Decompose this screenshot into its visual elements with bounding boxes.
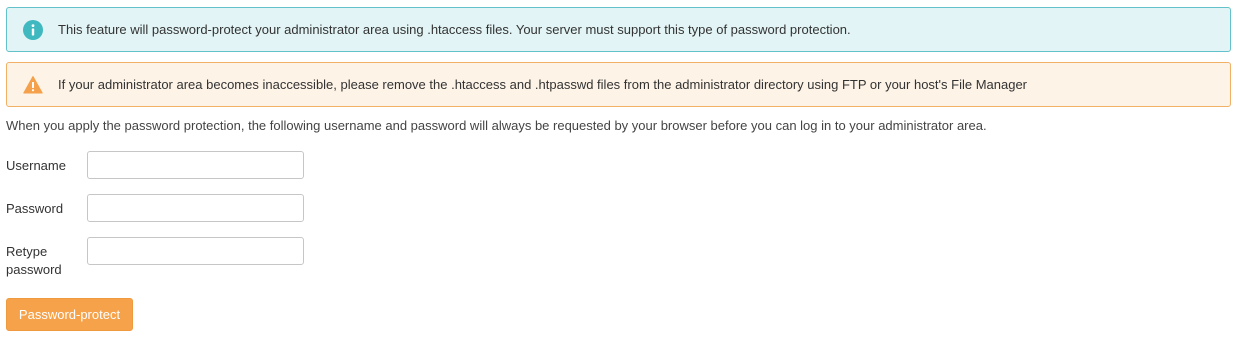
retype-password-input[interactable] bbox=[87, 237, 304, 265]
retype-label-line1: Retype bbox=[6, 244, 48, 259]
retype-password-label: Retype password bbox=[6, 243, 81, 279]
password-protect-button[interactable]: Password-protect bbox=[6, 298, 133, 331]
password-input[interactable] bbox=[87, 194, 304, 222]
info-alert-text: This feature will password-protect your … bbox=[58, 21, 851, 37]
password-label: Password bbox=[6, 201, 64, 216]
warning-triangle-icon bbox=[23, 75, 43, 95]
intro-text: When you apply the password protection, … bbox=[6, 118, 987, 133]
username-label: Username bbox=[6, 158, 66, 173]
warning-alert-text: If your administrator area becomes inacc… bbox=[58, 76, 1028, 92]
info-circle-icon bbox=[23, 19, 43, 40]
username-input[interactable] bbox=[87, 151, 304, 179]
retype-label-line2: password bbox=[6, 262, 62, 277]
warning-alert: If your administrator area becomes inacc… bbox=[6, 62, 1231, 107]
info-alert: This feature will password-protect your … bbox=[6, 7, 1231, 52]
